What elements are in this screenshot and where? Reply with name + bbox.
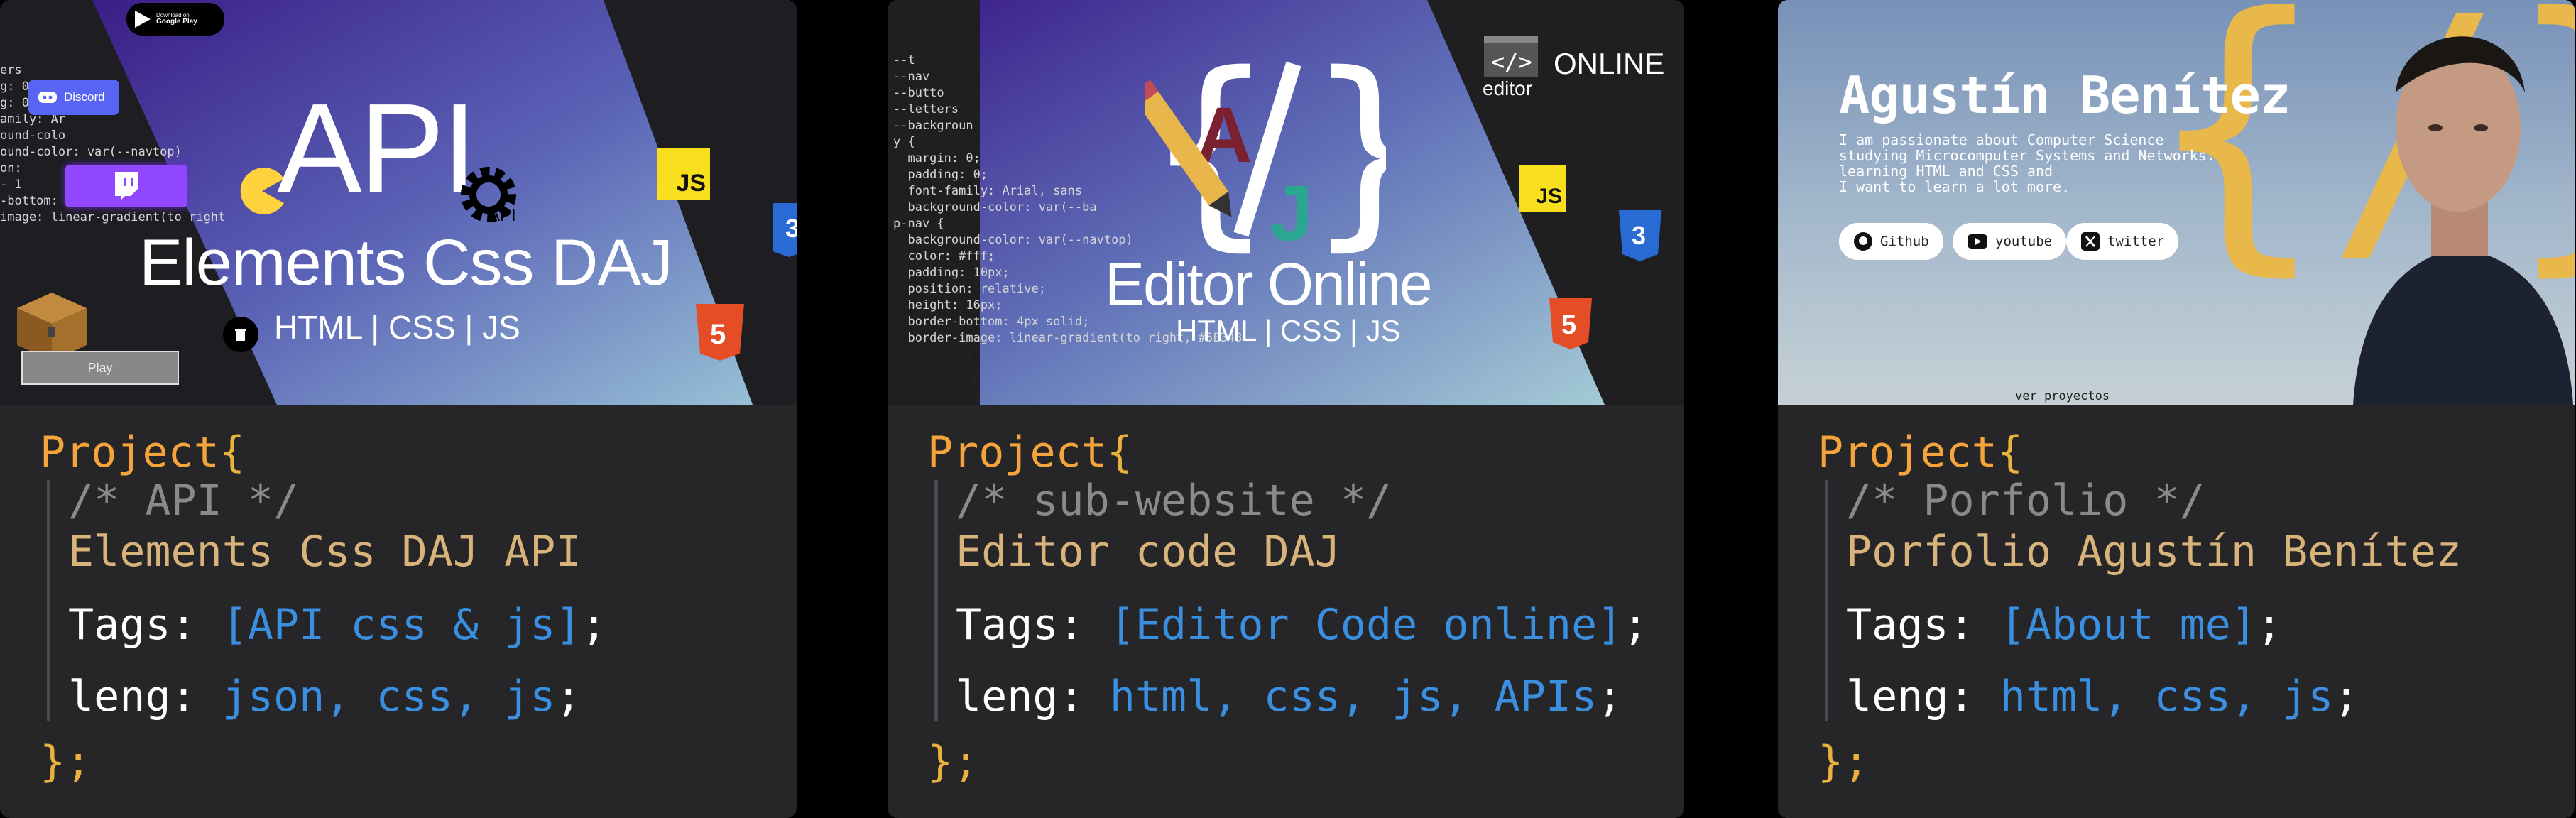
js-logo-icon: JS — [1519, 165, 1566, 212]
github-icon — [1854, 232, 1872, 251]
google-play-button[interactable]: Download on Google Play — [126, 3, 224, 36]
project-subtitle: Elements Css DAJ — [139, 227, 673, 299]
project-keyword: Project{ — [927, 427, 1133, 477]
project-code-block: Project{ /* Porfolio */ Porfolio Agustín… — [1778, 405, 2575, 818]
project-comment: /* API */ — [68, 476, 300, 525]
project-thumbnail-editor[interactable]: --t --nav --butto --letters --backgroun y { m… — [888, 0, 1684, 405]
brand-small: editor — [1483, 77, 1533, 99]
editor-title: Editor Online — [1105, 251, 1433, 317]
youtube-icon — [1968, 234, 1987, 249]
code-indent-bar — [934, 480, 938, 721]
editor-logo: </> editor — [1483, 34, 1539, 100]
svg-text:5: 5 — [1561, 310, 1576, 340]
discord-label: Discord — [64, 90, 105, 104]
projects-link[interactable]: ver proyectos — [2015, 389, 2110, 403]
project-card-editor[interactable]: --t --nav --butto --letters --backgroun y { m… — [888, 0, 1684, 818]
project-card-portfolio[interactable]: {/} Agustín Benítez I am passionate abou… — [1778, 0, 2575, 818]
svg-text:</>: </> — [1491, 48, 1532, 75]
project-tags: Tags: [API css & js]; — [68, 600, 607, 650]
svg-text:3: 3 — [1632, 221, 1646, 250]
brand-online: ONLINE — [1554, 47, 1665, 80]
project-languages: leng: html, css, js; — [1846, 672, 2359, 721]
youtube-button[interactable]: youtube — [1953, 223, 2067, 260]
gear-label: API — [489, 206, 516, 225]
owner-bio: I am passionate about Computer Science st… — [1839, 131, 2215, 195]
project-keyword: Project{ — [1818, 427, 2023, 477]
code-indent-bar — [1825, 480, 1828, 721]
project-thumbnail-api[interactable]: ers g: 0; g: 0; amily: Ar ound-colo ound-colo… — [0, 0, 797, 405]
google-play-icon — [135, 11, 151, 28]
svg-text:3: 3 — [785, 214, 797, 243]
twitch-icon — [115, 172, 138, 200]
background-code: ers g: 0; g: 0; amily: Ar ound-colo ound-colo… — [0, 63, 226, 224]
project-comment: /* Porfolio */ — [1846, 476, 2205, 525]
project-code-block: Project{ /* API */ Elements Css DAJ API … — [0, 405, 797, 818]
svg-text:J: J — [1270, 170, 1313, 257]
project-tags: Tags: [About me]; — [1846, 600, 2283, 650]
owner-name: Agustín Benítez — [1839, 65, 2291, 125]
project-name: Editor code DAJ — [956, 527, 1341, 577]
html5-logo-icon: 5 — [1549, 298, 1592, 349]
play-label: Play — [87, 360, 113, 375]
discord-icon — [38, 92, 57, 103]
project-comment: /* sub-website */ — [956, 476, 1392, 525]
x-twitter-icon — [2081, 232, 2100, 251]
project-close: }; — [1818, 737, 1870, 787]
play-button[interactable]: Play — [21, 351, 179, 385]
api-title: API — [277, 77, 477, 220]
project-languages: leng: json, css, js; — [68, 672, 582, 721]
code-indent-bar — [47, 480, 50, 721]
css3-logo-icon: 3 — [773, 203, 797, 257]
project-code-block: Project{ /* sub-website */ Editor code D… — [888, 405, 1684, 818]
project-card-api[interactable]: ers g: 0; g: 0; amily: Ar ound-colo ound-colo… — [0, 0, 797, 818]
project-name: Elements Css DAJ API — [68, 527, 582, 577]
discord-button[interactable]: Discord — [28, 80, 119, 115]
svg-text:}: } — [1305, 50, 1386, 263]
project-tags: Tags: [Editor Code online]; — [956, 600, 1649, 650]
github-button[interactable]: Github — [1839, 223, 1943, 260]
svg-text:5: 5 — [710, 319, 726, 350]
css3-logo-icon: 3 — [1619, 210, 1661, 261]
js-logo-icon: JS — [657, 148, 710, 200]
trash-icon[interactable] — [223, 317, 258, 352]
gear-icon: API — [456, 162, 524, 230]
tech-stack: HTML | CSS | JS — [274, 309, 520, 346]
html5-logo-icon: 5 — [696, 304, 744, 361]
project-name: Porfolio Agustín Benítez — [1846, 527, 2462, 577]
project-languages: leng: html, css, js, APIs; — [956, 672, 1623, 721]
project-close: }; — [40, 737, 92, 787]
project-close: }; — [927, 737, 979, 787]
project-keyword: Project{ — [40, 427, 245, 477]
project-thumbnail-portfolio[interactable]: {/} Agustín Benítez I am passionate abou… — [1778, 0, 2575, 405]
twitter-button[interactable]: twitter — [2066, 223, 2179, 260]
editor-logo-icon: </> — [1484, 36, 1538, 77]
code-brackets-icon: { } A J — [1145, 50, 1386, 263]
tech-stack: HTML | CSS | JS — [1176, 314, 1401, 347]
profile-photo — [2353, 36, 2573, 405]
twitch-button[interactable] — [65, 165, 187, 207]
